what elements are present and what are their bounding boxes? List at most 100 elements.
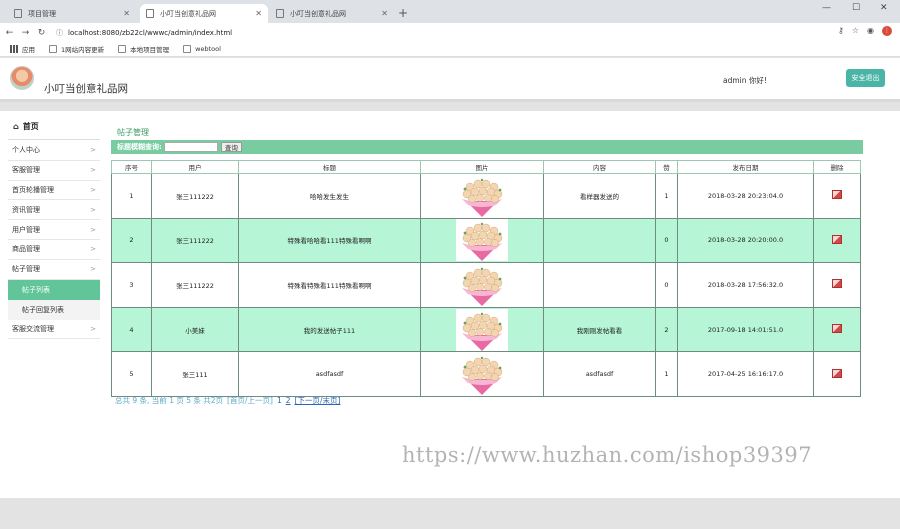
reload-icon[interactable]: ↻ [35, 28, 48, 38]
sidebar-item-label: 商品管理 [12, 245, 40, 254]
cell-user: 张三111222 [151, 217, 239, 264]
search-button[interactable]: 查询 [220, 142, 242, 152]
table-row: 1 张三111222 哈哈发生发生 看样器发送的 1 2018-03-28 20:23:0… [111, 173, 861, 219]
sidebar-item-news[interactable]: 资讯管理 > [8, 200, 100, 221]
url-field[interactable]: ⓘ localhost:8080/zb22cl/wwwc/admin/index… [56, 28, 232, 38]
sidebar-item-personal[interactable]: 个人中心 > [8, 141, 100, 161]
browser-tab-active[interactable]: 小叮当创意礼品网 ✕ [140, 4, 268, 23]
chevron-right-icon: > [90, 225, 96, 234]
pager-last-link[interactable]: /末页] [320, 396, 340, 405]
sidebar-item-posts[interactable]: 帖子管理 > [8, 260, 100, 280]
close-icon[interactable]: ✕ [381, 9, 388, 18]
menu-icon[interactable]: ⋮ [882, 26, 892, 36]
cell-content: asdfasdf [543, 351, 656, 397]
cell-likes: 0 [655, 262, 678, 308]
browser-tab[interactable]: 项目管理 ✕ [8, 4, 136, 23]
sidebar-menu: 个人中心 > 客服管理 > 首页轮播管理 > 资讯管理 > 用户管理 > 商品管… [8, 141, 100, 340]
delete-icon[interactable] [832, 190, 842, 200]
sidebar-item-label: 客服管理 [12, 166, 40, 175]
new-tab-button[interactable]: + [398, 6, 408, 20]
tab-title: 小叮当创意礼品网 [290, 9, 346, 18]
maximize-icon[interactable]: ☐ [852, 3, 860, 13]
search-input[interactable] [163, 142, 218, 152]
column-header: 删除 [813, 160, 861, 174]
column-header: 赞 [655, 160, 678, 174]
delete-icon[interactable] [832, 234, 842, 244]
chevron-right-icon: > [90, 205, 96, 214]
pager-summary: 总共 9 条, 当前 1 页 5 条 共2页 [115, 396, 224, 405]
cell-image [420, 217, 544, 264]
browser-tab[interactable]: 小叮当创意礼品网 ✕ [270, 4, 394, 23]
sidebar-item-label: 用户管理 [12, 225, 40, 234]
pager-next-link[interactable]: [下一页 [295, 396, 320, 405]
minimize-icon[interactable]: — [822, 3, 831, 13]
chevron-down-icon: > [90, 265, 96, 274]
cell-date: 2018-03-28 20:23:04.0 [677, 173, 814, 219]
cell-delete [813, 351, 861, 397]
close-icon[interactable]: ✕ [123, 9, 130, 18]
sidebar-item-chat[interactable]: 客服交流管理 > [8, 320, 100, 340]
cell-delete [813, 217, 861, 264]
bookmark-item[interactable]: webtool [183, 45, 221, 53]
page-icon [276, 9, 284, 18]
cell-id: 5 [111, 351, 152, 397]
delete-icon[interactable] [832, 368, 842, 378]
cell-likes: 0 [655, 217, 678, 264]
close-window-icon[interactable]: ✕ [880, 3, 888, 13]
bookmark-label: webtool [195, 45, 221, 53]
column-header: 标题 [238, 160, 421, 174]
cell-title: asdfasdf [238, 351, 421, 397]
account-icon[interactable]: ◉ [867, 26, 874, 36]
cell-delete [813, 306, 861, 353]
apps-grid-icon [10, 45, 18, 53]
sidebar-item-service[interactable]: 客服管理 > [8, 161, 100, 181]
sidebar-subitem-post-replies[interactable]: 帖子回复列表 [8, 299, 100, 320]
bouquet-image [456, 308, 508, 351]
logout-button[interactable]: 安全退出 [846, 69, 885, 87]
table-header-row: 序号 用户 标题 图片 内容 赞 发布日期 删除 [111, 160, 861, 174]
close-icon[interactable]: ✕ [255, 9, 262, 18]
sidebar-item-products[interactable]: 商品管理 > [8, 240, 100, 260]
cell-user: 张三111 [151, 351, 239, 397]
bookmark-apps[interactable]: 应用 [10, 44, 35, 54]
cell-image [420, 306, 544, 353]
forward-icon[interactable]: → [19, 28, 32, 38]
cell-content [543, 217, 656, 264]
bookmark-item[interactable]: 本地项目管理 [118, 44, 169, 54]
info-icon[interactable]: ⓘ [56, 28, 63, 38]
sidebar-item-label: 资讯管理 [12, 205, 40, 214]
sidebar-subitem-post-list[interactable]: 帖子列表 [8, 279, 100, 300]
search-label: 标题模糊查询: [117, 143, 162, 151]
divider [8, 139, 100, 140]
cell-delete [813, 173, 861, 219]
star-icon[interactable]: ☆ [852, 26, 859, 36]
table-row: 5 张三111 asdfasdf asdfasdf 1 2017-04-25 16:16:… [111, 351, 861, 397]
delete-icon[interactable] [832, 279, 842, 289]
footer-strip [0, 498, 900, 529]
column-header: 内容 [543, 160, 656, 174]
cell-id: 2 [111, 217, 152, 264]
cell-content: 我刚刚发帖看看 [543, 306, 656, 353]
sidebar-item-label: 个人中心 [12, 146, 40, 155]
sidebar-home[interactable]: ⌂ 首页 [13, 121, 39, 132]
sidebar-item-carousel[interactable]: 首页轮播管理 > [8, 181, 100, 201]
cell-image [420, 173, 544, 219]
tab-title: 小叮当创意礼品网 [160, 9, 216, 18]
key-icon[interactable]: ⚷ [838, 26, 844, 36]
back-icon[interactable]: ← [3, 28, 16, 38]
bookmark-label: 本地项目管理 [130, 46, 170, 54]
sidebar-item-users[interactable]: 用户管理 > [8, 220, 100, 240]
column-header: 序号 [111, 160, 152, 174]
pager-page-link[interactable]: 2 [286, 396, 291, 405]
cell-user: 张三111222 [151, 173, 239, 219]
pager-page-current: 1 [276, 396, 282, 405]
cell-likes: 2 [655, 306, 678, 353]
column-header: 图片 [420, 160, 544, 174]
page-icon [49, 45, 57, 53]
chevron-right-icon: > [90, 185, 96, 194]
cell-id: 3 [111, 262, 152, 308]
bouquet-image [456, 174, 508, 217]
delete-icon[interactable] [832, 324, 842, 334]
sidebar-item-label: 帖子管理 [12, 265, 40, 274]
bookmark-item[interactable]: 1网站内容更新 [49, 44, 104, 54]
